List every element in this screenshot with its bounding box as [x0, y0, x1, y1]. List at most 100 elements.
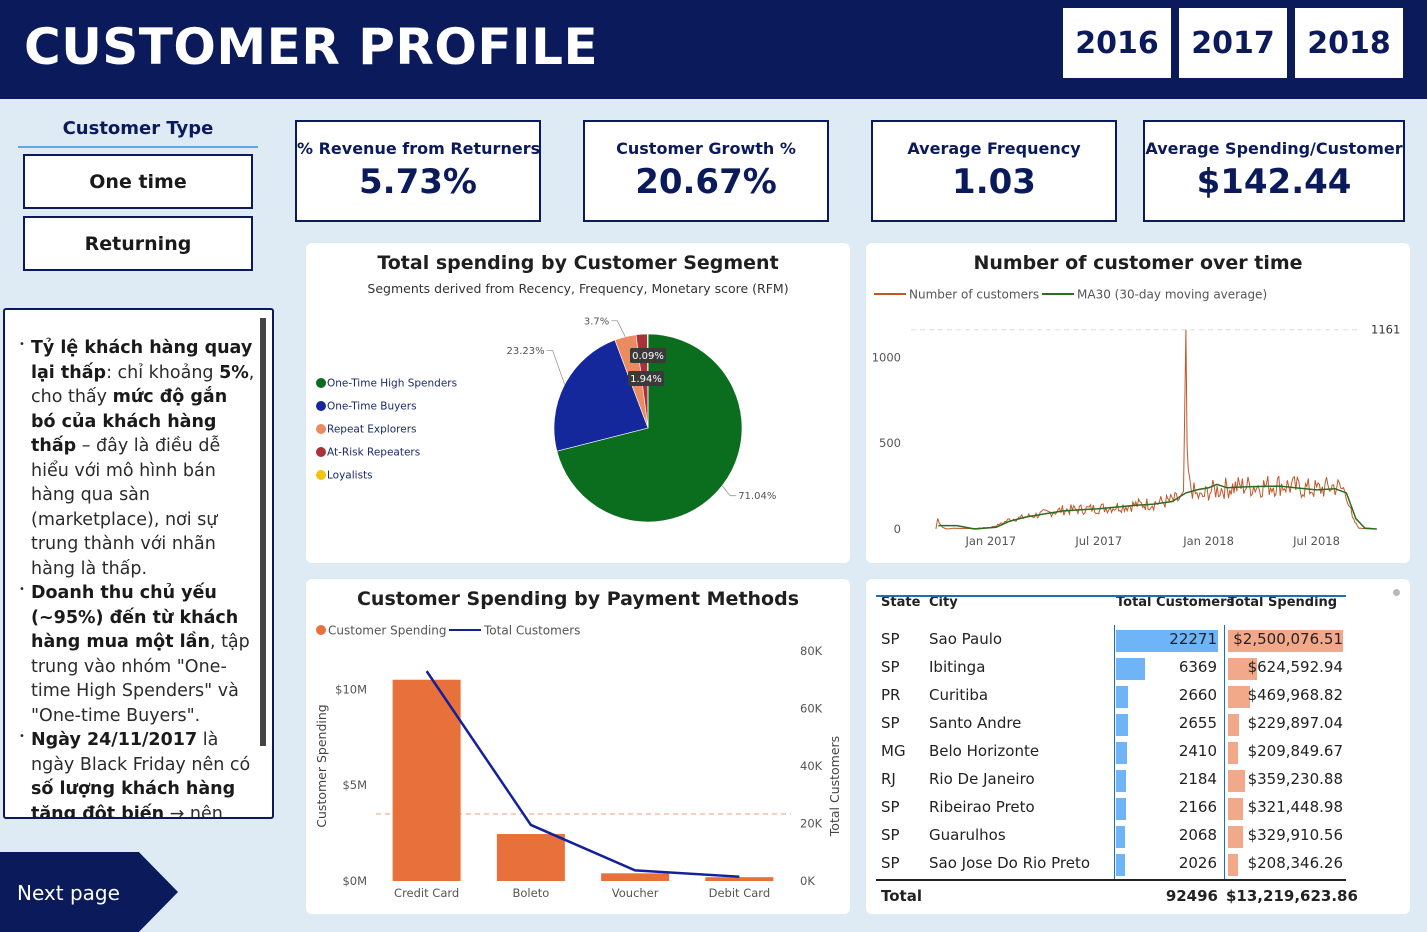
bar-debit-card [705, 877, 774, 881]
kpi-value: 1.03 [952, 162, 1036, 202]
cell-total-customers: 2410 [1178, 742, 1217, 760]
legend-marker [316, 378, 326, 388]
segment-chart-card: Total spending by Customer Segment Segme… [306, 243, 850, 563]
cell-state: SP [881, 630, 900, 648]
customer-type-title: Customer Type [62, 118, 214, 139]
table-row[interactable]: SP Sao Paulo 22271 $2,500,076.51 [876, 625, 1416, 653]
year-button-2017[interactable]: 2017 [1179, 8, 1287, 78]
legend-label: Repeat Explorers [327, 424, 417, 436]
y2-tick-label: 60K [800, 702, 823, 716]
kpi-value: $142.44 [1196, 162, 1352, 202]
kpi-customer-growth: Customer Growth % 20.67% [583, 120, 829, 222]
cell-total-customers: 2655 [1178, 714, 1217, 732]
cell-total-customers: 2660 [1178, 686, 1217, 704]
y2-tick-label: 40K [800, 759, 823, 773]
table-row[interactable]: PR Curitiba 2660 $469,968.82 [876, 681, 1416, 709]
cell-city: Rio De Janeiro [929, 770, 1035, 788]
table-body: SP Sao Paulo 22271 $2,500,076.51 SP Ibitinga 6… [876, 625, 1416, 877]
kpi-label: Customer Growth % [616, 139, 796, 158]
cell-total-spending: $624,592.94 [1247, 658, 1343, 676]
cell-city: Curitiba [929, 686, 989, 704]
cell-total-customers: 2184 [1178, 770, 1217, 788]
y-tick-label: 1000 [872, 350, 901, 364]
cell-city: Ribeirao Preto [929, 798, 1035, 816]
x-tick-label: Voucher [612, 886, 659, 900]
cell-total-spending: $359,230.88 [1247, 770, 1343, 788]
year-button-2016[interactable]: 2016 [1063, 8, 1171, 78]
header-bar: CUSTOMER PROFILE 2016 2017 2018 [0, 0, 1427, 99]
x-tick-label: Jan 2018 [1182, 534, 1234, 548]
next-page-button[interactable]: Next page [0, 852, 178, 932]
pie-leader-line [721, 485, 737, 497]
customers-line-chart: Number of customers MA30 (30-day moving a… [872, 288, 1401, 549]
table-row[interactable]: SP Ibitinga 6369 $624,592.94 [876, 653, 1416, 681]
kpi-value: 5.73% [359, 162, 477, 202]
customer-type-one-time-button[interactable]: One time [23, 154, 253, 209]
header-divider [876, 595, 1346, 597]
cell-state: SP [881, 658, 900, 676]
payment-combo-chart: Customer Spending Total Customers $0M $5M $1… [314, 624, 842, 901]
cell-state: MG [881, 742, 906, 760]
cell-total-customers: 22271 [1169, 630, 1217, 648]
cell-total-customers: 6369 [1178, 658, 1217, 676]
y-tick-label: $0M [342, 874, 367, 888]
cell-state: SP [881, 714, 900, 732]
series-number-of-customers [935, 329, 1372, 530]
cell-city: Guarulhos [929, 826, 1006, 844]
bar-credit-card [392, 679, 461, 881]
page-title: CUSTOMER PROFILE [24, 18, 599, 76]
table-row[interactable]: MG Belo Horizonte 2410 $209,849.67 [876, 737, 1416, 765]
total-spending: $13,219,623.86 [1226, 887, 1358, 905]
table-row[interactable]: SP Ribeirao Preto 2166 $321,448.98 [876, 793, 1416, 821]
y-tick-label: $5M [342, 778, 367, 792]
table-row[interactable]: SP Sao Jose Do Rio Preto 2026 $208,346.26 [876, 849, 1416, 877]
table-row[interactable]: SP Santo Andre 2655 $229,897.04 [876, 709, 1416, 737]
header-total-spending[interactable]: Total Spending [1228, 595, 1337, 610]
cell-city: Sao Jose Do Rio Preto [929, 854, 1091, 872]
cell-total-spending: $321,448.98 [1247, 798, 1343, 816]
total-customers: 92496 [1165, 887, 1218, 905]
kpi-label: Average Frequency [907, 139, 1081, 158]
customer-type-returning-button[interactable]: Returning [23, 216, 253, 271]
legend-label: MA30 (30-day moving average) [1077, 288, 1267, 302]
insights-panel[interactable]: Tỷ lệ khách hàng quay lại thấp: chỉ khoả… [3, 308, 274, 819]
legend-marker [316, 424, 326, 434]
cell-state: SP [881, 826, 900, 844]
x-tick-label: Jul 2017 [1074, 534, 1122, 548]
cell-total-spending: $329,910.56 [1247, 826, 1343, 844]
customers-over-time-card: Number of customer over time Number of c… [866, 243, 1410, 563]
table-scroll-indicator[interactable] [1393, 589, 1400, 596]
legend-marker [316, 447, 326, 457]
cell-total-spending: $229,897.04 [1247, 714, 1343, 732]
bar-boleto [496, 834, 565, 881]
pie-data-label: 1.94% [630, 374, 662, 385]
series-total-customers [425, 670, 740, 878]
pie-data-label: 0.09% [632, 351, 664, 362]
x-tick-label: Boleto [513, 886, 550, 900]
insights-scrollbar[interactable] [260, 318, 266, 746]
header-city[interactable]: City [929, 595, 958, 610]
table-row[interactable]: RJ Rio De Janeiro 2184 $359,230.88 [876, 765, 1416, 793]
y2-tick-label: 20K [800, 817, 823, 831]
legend-label: Customer Spending [328, 624, 447, 638]
insight-bullet: Tỷ lệ khách hàng quay lại thấp: chỉ khoả… [19, 333, 255, 581]
y2-axis-label: Total Customers [827, 736, 842, 837]
x-tick-label: Jul 2018 [1292, 534, 1340, 548]
x-tick-label: Debit Card [709, 886, 771, 900]
table-row[interactable]: SP Guarulhos 2068 $329,910.56 [876, 821, 1416, 849]
city-table-card: State City Total Customers Total Spendin… [866, 579, 1410, 914]
cell-state: SP [881, 798, 900, 816]
header-total-customers[interactable]: Total Customers [1116, 595, 1234, 610]
pie-data-label: 71.04% [738, 491, 776, 502]
legend-marker [316, 470, 326, 480]
legend-label: Loyalists [327, 470, 373, 482]
y-tick-label: $10M [335, 682, 367, 696]
cell-total-spending: $209,849.67 [1247, 742, 1343, 760]
header-state[interactable]: State [881, 595, 920, 610]
legend-label: Total Customers [483, 624, 580, 638]
year-button-2018[interactable]: 2018 [1295, 8, 1403, 78]
cell-total-customers: 2166 [1178, 798, 1217, 816]
y-axis-label: Customer Spending [314, 704, 329, 827]
cell-total-spending: $2,500,076.51 [1233, 630, 1343, 648]
legend-label: One-Time Buyers [327, 401, 417, 413]
